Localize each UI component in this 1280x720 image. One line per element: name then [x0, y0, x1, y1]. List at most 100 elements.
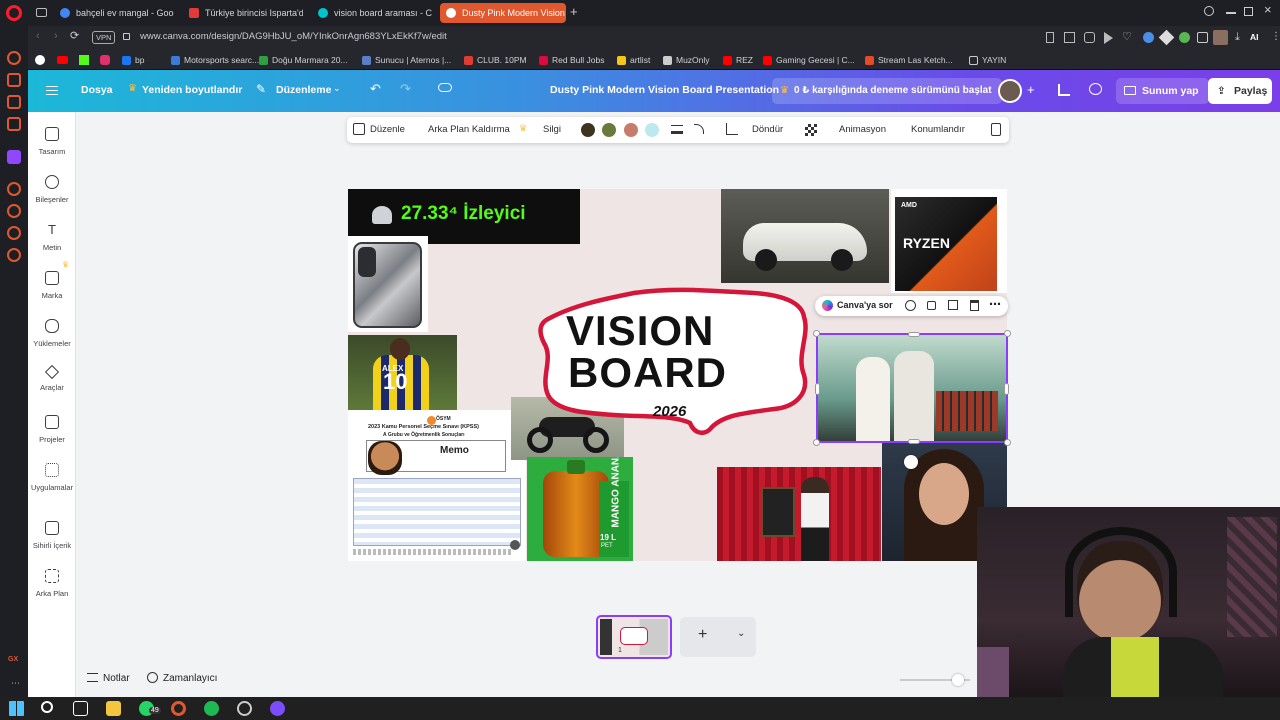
border-style-icon[interactable] [671, 125, 683, 134]
kick-bookmark-icon[interactable] [79, 55, 89, 65]
url-field[interactable]: www.canva.com/design/DAG9HbJU_oM/YInkOnr… [140, 31, 447, 42]
new-tab-button[interactable]: + [570, 4, 578, 19]
share-button[interactable]: ⇪ Paylaş [1208, 78, 1272, 104]
maximize-button[interactable] [1244, 7, 1253, 16]
bookmark-item[interactable]: REZ [723, 53, 753, 67]
bookmark-item[interactable]: Gaming Gecesi | C... [763, 53, 855, 67]
camera-icon[interactable] [1084, 32, 1095, 43]
bookmark-item[interactable]: MuzOnly [663, 53, 710, 67]
bookmark-item[interactable]: bp [122, 53, 144, 67]
resize-handle[interactable] [815, 383, 820, 395]
corner-rounding-icon[interactable] [694, 124, 704, 134]
convertible-car-image[interactable] [721, 189, 889, 283]
reload-icon[interactable]: ⟳ [70, 29, 79, 42]
file-menu[interactable]: Dosya [81, 84, 113, 96]
sidebar-player-icon[interactable] [7, 182, 21, 196]
color-swatch[interactable] [581, 123, 595, 137]
heart-icon[interactable]: ♡ [1122, 32, 1132, 43]
cloud-saved-icon[interactable] [438, 83, 452, 92]
bookmark-item[interactable]: Red Bull Jobs [539, 53, 604, 67]
minimize-button[interactable] [1226, 12, 1236, 14]
bookmark-item[interactable]: Stream Las Ketch... [865, 53, 953, 67]
delete-icon[interactable] [970, 300, 979, 311]
resize-button[interactable]: Yeniden boyutlandır [142, 84, 242, 96]
discord-icon[interactable] [270, 701, 285, 716]
color-swatch[interactable] [624, 123, 638, 137]
ai-edit-icon[interactable] [905, 300, 916, 311]
sidebar-clock-icon[interactable] [7, 204, 21, 218]
present-button[interactable]: Sunum yap [1116, 78, 1209, 104]
sidebar-item-background[interactable]: Arka Plan [28, 569, 76, 598]
transparency-icon[interactable] [805, 124, 817, 136]
browser-tab[interactable]: Türkiye birincisi Isparta'da [183, 3, 303, 23]
undo-icon[interactable]: ↶ [370, 81, 381, 97]
sidebar-item-text[interactable]: T Metin [28, 223, 76, 253]
exam-result-image[interactable]: ÖSYM 2023 Kamu Personel Seçme Sınavı (KP… [348, 410, 526, 561]
color-swatch[interactable] [645, 123, 659, 137]
hamburger-menu-icon[interactable] [46, 86, 58, 95]
bookmark-item[interactable]: Motorsports searc... [171, 53, 259, 67]
sidebar-pinboard-icon[interactable] [7, 95, 21, 109]
zoom-slider[interactable] [900, 674, 970, 686]
obs-icon[interactable] [237, 701, 252, 716]
sidebar-item-uploads[interactable]: Yüklemeler [28, 319, 76, 348]
notes-button[interactable]: Notlar [103, 673, 130, 684]
comments-icon[interactable] [1089, 83, 1102, 95]
play-icon[interactable] [1104, 32, 1113, 44]
twitch-icon[interactable] [7, 150, 21, 164]
crop-icon[interactable] [726, 123, 738, 135]
resize-handle[interactable] [908, 439, 920, 444]
animate-button[interactable]: Animasyon [839, 124, 886, 135]
instagram-bookmark-icon[interactable] [100, 55, 110, 65]
close-window-button[interactable]: × [1264, 2, 1272, 17]
sidebar-item-tools[interactable]: Araçlar [28, 364, 76, 392]
ask-canva-button[interactable]: Canva'ya sor [837, 300, 893, 310]
start-trial-button[interactable]: ♛ 0 ₺ karşılığında deneme sürümünü başla… [772, 78, 1002, 104]
redo-icon[interactable]: ↷ [400, 81, 411, 97]
football-player-image[interactable]: ALEX 10 [348, 335, 457, 411]
timer-button[interactable]: Zamanlayıcı [163, 673, 217, 684]
more-dots-icon[interactable]: ⋯ [11, 678, 20, 689]
sidebar-item-magic[interactable]: Sihirli İçerik [28, 521, 76, 550]
workspaces-icon[interactable] [36, 8, 47, 17]
duplicate-icon[interactable] [948, 300, 958, 310]
collaborator-avatar[interactable] [998, 79, 1022, 103]
search-icon[interactable] [41, 701, 53, 713]
chevron-down-icon[interactable]: ⌄ [333, 83, 341, 94]
insights-icon[interactable] [1058, 84, 1070, 96]
sidebar-aria-icon[interactable] [7, 73, 21, 87]
vpn-badge[interactable]: VPN [92, 31, 116, 44]
sidebar-item-design[interactable]: Tasarım [28, 127, 76, 156]
resize-handle[interactable] [1004, 439, 1011, 446]
vision-board-title[interactable]: VISION BOARD 2026 [534, 285, 812, 441]
browser-tab[interactable]: bahçeli ev mangal - Goog [54, 3, 174, 23]
back-icon[interactable]: ‹ [36, 30, 40, 42]
rotate-handle-icon[interactable] [904, 455, 918, 469]
design-title[interactable]: Dusty Pink Modern Vision Board Presentat… [550, 84, 779, 96]
editing-mode-button[interactable]: Düzenleme [276, 84, 331, 96]
chrome-bookmark-icon[interactable] [35, 55, 45, 65]
extension-icon[interactable] [1179, 32, 1190, 43]
windows-icon[interactable] [9, 701, 24, 716]
puzzle-icon[interactable] [1197, 32, 1208, 43]
download-icon[interactable]: ⤓ [1235, 31, 1240, 44]
sidebar-history-icon[interactable] [7, 51, 21, 65]
resize-handle[interactable] [908, 332, 920, 337]
page-thumbnail[interactable]: 1 [596, 615, 672, 659]
menu-icon[interactable]: ⋮ [1271, 31, 1280, 42]
eraser-button[interactable]: Silgi [543, 124, 561, 135]
bookmark-item[interactable]: Doğu Marmara 20... [259, 53, 348, 67]
opera-icon[interactable] [171, 701, 186, 716]
sidebar-settings-icon[interactable] [7, 248, 21, 262]
iphone-image[interactable] [348, 236, 428, 332]
extension-icon[interactable] [1158, 29, 1175, 46]
gx-icon[interactable]: GX [8, 656, 18, 663]
lock-icon[interactable] [123, 33, 130, 40]
ai-button[interactable]: AI [1250, 32, 1259, 42]
comedian-stage-image[interactable] [717, 467, 881, 561]
bookmark-item[interactable]: CLUB. 10PM [464, 53, 527, 67]
search-tabs-icon[interactable] [1204, 6, 1214, 16]
position-button[interactable]: Konumlandır [911, 124, 965, 135]
add-collaborator-icon[interactable]: + [1027, 82, 1035, 97]
explorer-icon[interactable] [106, 701, 121, 716]
